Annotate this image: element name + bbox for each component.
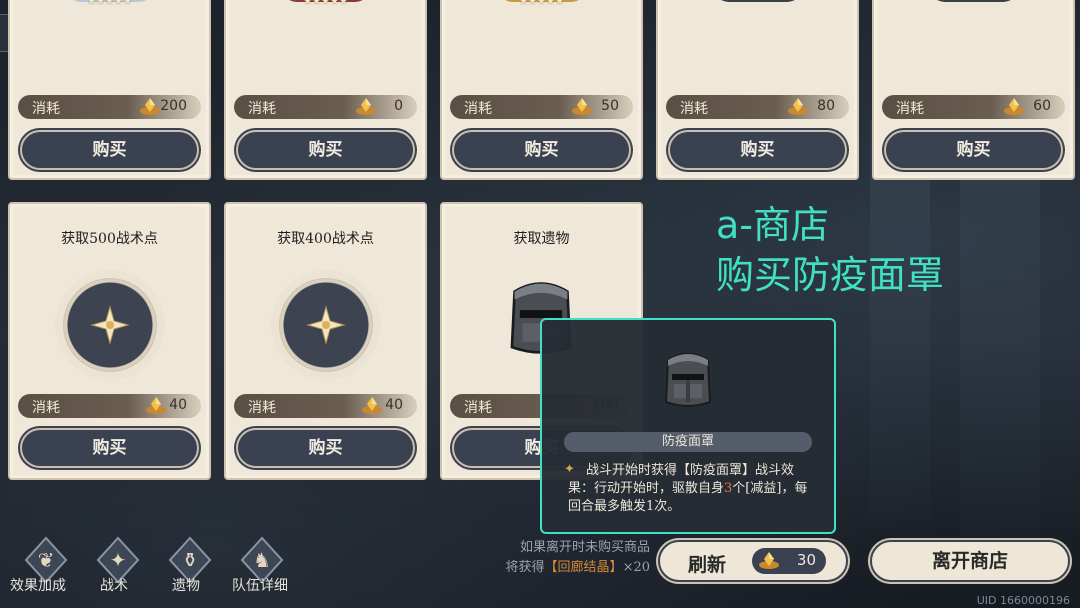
- refresh-button[interactable]: 刷新 30: [658, 540, 848, 582]
- buy-button[interactable]: 购买: [452, 130, 631, 170]
- user-id: UID 1660000196: [976, 594, 1070, 607]
- buy-button[interactable]: 购买: [668, 130, 847, 170]
- compass-star-icon: [89, 305, 130, 345]
- crystal-icon: [362, 397, 382, 414]
- item-cost: 消耗 60: [882, 95, 1065, 119]
- info-reward-count: ×20: [622, 560, 650, 575]
- item-tooltip: 防疫面罩 ✦ 战斗开始时获得【防疫面罩】战斗效果：行动开始时，驱散自身3个[减益…: [540, 318, 836, 534]
- svg-text:⚱: ⚱: [182, 548, 199, 572]
- info-line-1: 如果离开时未购买商品: [519, 540, 650, 555]
- buy-button[interactable]: 购买: [236, 130, 415, 170]
- cost-value: 50: [601, 98, 619, 114]
- refresh-cost-value: 30: [796, 551, 816, 569]
- item-cost: 消耗 40: [18, 394, 201, 418]
- item-title: 获取500战术点: [61, 231, 158, 247]
- nav-label: 队伍详细: [232, 578, 288, 594]
- rarity-stars: ★★★★★: [87, 0, 132, 7]
- info-reward-name: 【回廊结晶】: [544, 560, 623, 575]
- item-cost: 消耗 80: [666, 95, 849, 119]
- item-art: [928, 0, 1019, 2]
- buy-button[interactable]: 购买: [20, 428, 199, 468]
- cost-value: 80: [817, 98, 835, 114]
- crystal-icon: [572, 98, 592, 115]
- info-line-2: 将获得【回廊结晶】×20: [440, 558, 650, 578]
- background-pillar: [870, 120, 930, 520]
- crystal-icon: [356, 98, 376, 115]
- crystal-icon: [759, 552, 779, 569]
- cost-label: 消耗: [248, 101, 276, 117]
- cost-value: 40: [169, 397, 187, 413]
- crystal-icon: [788, 98, 808, 115]
- shop-item-card[interactable]: 消耗 80 购买: [656, 0, 859, 180]
- nav-label: 遗物: [172, 578, 200, 594]
- item-name: 防疫面罩: [564, 432, 812, 452]
- leave-reward-info: 如果离开时未购买商品 将获得【回廊结晶】×20: [440, 538, 650, 578]
- tactics-emblem: [54, 270, 165, 380]
- item-cost: 消耗 50: [450, 95, 633, 119]
- buy-button[interactable]: 购买: [236, 428, 415, 468]
- shop-item-card[interactable]: ★★★★★ 消耗 200 购买: [8, 0, 211, 180]
- item-cost: 消耗 40: [234, 394, 417, 418]
- shop-item-card[interactable]: 消耗 60 购买: [872, 0, 1075, 180]
- rarity-stars: ★★★★★: [519, 0, 564, 7]
- tactics-emblem: [270, 270, 381, 380]
- item-cost: 消耗 0: [234, 95, 417, 119]
- cost-value: 40: [385, 397, 403, 413]
- shop-item-card[interactable]: ★★★★★ 消耗 50 购买: [440, 0, 643, 180]
- leave-shop-button[interactable]: 离开商店: [870, 540, 1070, 582]
- cost-label: 消耗: [896, 101, 924, 117]
- cost-label: 消耗: [464, 101, 492, 117]
- cost-value: 200: [160, 98, 187, 114]
- crystal-icon: [1004, 98, 1024, 115]
- nav-label: 战术: [100, 578, 128, 594]
- svg-text:✦: ✦: [110, 548, 127, 572]
- info-line-2-a: 将获得: [505, 560, 545, 575]
- leave-shop-label: 离开商店: [931, 550, 1008, 572]
- rarity-stars: ★★★★★: [303, 0, 348, 7]
- refresh-cost: 30: [752, 548, 826, 574]
- shop-item-card[interactable]: 获取500战术点 消耗 40 购买: [8, 202, 211, 480]
- crystal-icon: [140, 98, 160, 115]
- item-description: 战斗开始时获得【防疫面罩】战斗效果：行动开始时，驱散自身3个[减益]，每回合最多…: [568, 462, 816, 516]
- compass-star-icon: [305, 305, 346, 345]
- nav-label: 效果加成: [10, 578, 66, 594]
- buy-button[interactable]: 购买: [20, 130, 199, 170]
- crystal-icon: [146, 397, 166, 414]
- item-title: 获取遗物: [513, 231, 570, 247]
- shop-item-card[interactable]: ★★★★★ 消耗 0 购买: [224, 0, 427, 180]
- item-cost: 消耗 200: [18, 95, 201, 119]
- cost-label: 消耗: [680, 101, 708, 117]
- item-title: 获取400战术点: [277, 231, 374, 247]
- annotation-line-2: 购买防疫面罩: [716, 253, 945, 297]
- cost-label: 消耗: [464, 400, 492, 416]
- item-art: [712, 0, 803, 2]
- svg-text:♞: ♞: [253, 548, 271, 572]
- shop-item-card[interactable]: 获取400战术点 消耗 40 购买: [224, 202, 427, 480]
- cost-label: 消耗: [32, 101, 60, 117]
- plague-mask-icon: [664, 353, 712, 407]
- cost-label: 消耗: [248, 400, 276, 416]
- refresh-label: 刷新: [688, 554, 727, 576]
- svg-text:❦: ❦: [38, 548, 55, 572]
- cost-value: 60: [1033, 98, 1051, 114]
- cost-label: 消耗: [32, 400, 60, 416]
- annotation-label: a-商店 购买防疫面罩: [716, 200, 944, 300]
- buy-button[interactable]: 购买: [884, 130, 1063, 170]
- annotation-line-1: a-商店: [716, 203, 829, 247]
- cost-value: 0: [394, 98, 403, 114]
